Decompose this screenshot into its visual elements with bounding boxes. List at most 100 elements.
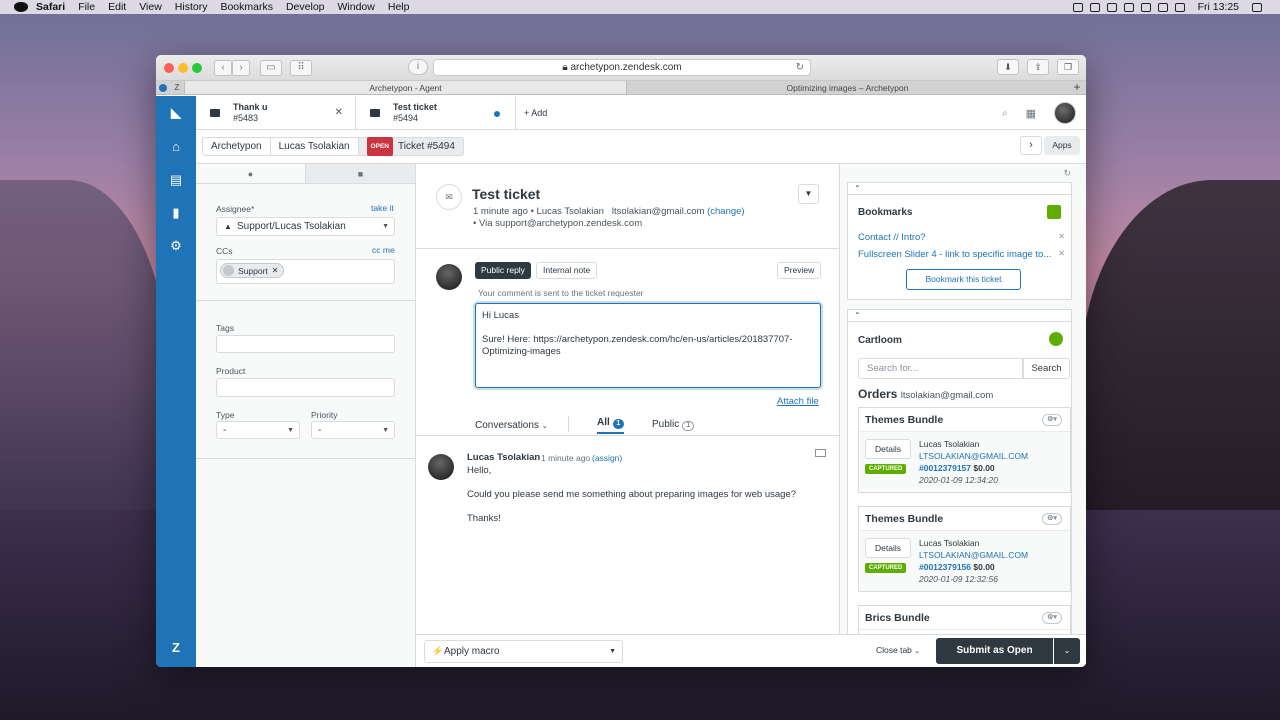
minimize-window-button[interactable]: [178, 62, 188, 73]
details-button[interactable]: Details: [865, 439, 911, 459]
new-tab-button[interactable]: +: [1068, 81, 1086, 94]
priority-select[interactable]: - ▼: [311, 421, 395, 439]
bookmark-link[interactable]: Fullscreen Slider 4 - link to specific i…: [858, 249, 1056, 260]
ccs-field[interactable]: Support ✕: [216, 259, 395, 284]
cc-pill[interactable]: Support ✕: [220, 262, 285, 280]
requester-avatar[interactable]: [428, 454, 454, 480]
views-icon[interactable]: ▤: [169, 173, 183, 187]
info-icon[interactable]: i: [408, 59, 428, 75]
add-button[interactable]: + Add: [524, 96, 547, 129]
back-arrow-icon[interactable]: ‹: [214, 59, 232, 76]
volume-icon[interactable]: [1174, 2, 1185, 12]
refresh-icon[interactable]: ↻: [1063, 168, 1071, 179]
details-button[interactable]: Details: [865, 538, 911, 558]
close-tab-dropdown[interactable]: Close tab ⌄: [876, 645, 920, 655]
remove-bookmark-icon[interactable]: ✕: [1058, 232, 1065, 241]
menu-view[interactable]: View: [139, 1, 162, 13]
preview-button[interactable]: Preview: [777, 262, 822, 279]
assignee-select[interactable]: ▲ Support/Lucas Tsolakian ▼: [216, 217, 395, 236]
menu-help[interactable]: Help: [388, 1, 410, 13]
user-avatar[interactable]: [1054, 102, 1076, 124]
ticket-options-button[interactable]: ▼: [798, 184, 819, 204]
battery-icon[interactable]: [1157, 2, 1168, 12]
apple-icon[interactable]: [14, 2, 28, 12]
close-window-button[interactable]: [164, 62, 174, 73]
menu-edit[interactable]: Edit: [108, 1, 126, 13]
reply-editor[interactable]: Hi Lucas Sure! Here: https://archetypon.…: [475, 303, 821, 388]
breadcrumb-org[interactable]: Archetypon: [202, 137, 271, 156]
email-envelope-icon[interactable]: [815, 449, 826, 457]
reload-icon[interactable]: ↻: [796, 60, 804, 75]
cartloom-search-input[interactable]: Search for...: [858, 358, 1023, 379]
gear-icon[interactable]: ⚙▾: [1042, 612, 1062, 624]
breadcrumb-user[interactable]: Lucas Tsolakian: [270, 137, 359, 156]
take-it-link[interactable]: take it: [371, 203, 394, 213]
remove-bookmark-icon[interactable]: ✕: [1058, 249, 1065, 258]
order-number[interactable]: #0012379157: [919, 463, 971, 473]
submit-options-button[interactable]: ⌄: [1054, 638, 1080, 664]
dropbox-icon[interactable]: [1123, 2, 1134, 12]
menu-file[interactable]: File: [78, 1, 95, 13]
pinned-tab-icon[interactable]: [156, 81, 170, 94]
menu-app-name[interactable]: Safari: [36, 1, 65, 13]
workspace-tab-5483[interactable]: Thank u #5483 ✕: [196, 96, 356, 129]
forward-arrow-icon[interactable]: ›: [232, 59, 250, 76]
product-tray-icon[interactable]: ▦: [1026, 107, 1036, 120]
filter-public[interactable]: Public 1: [652, 419, 695, 431]
bookmark-link[interactable]: Contact // Intro?: [858, 232, 1056, 243]
conversations-dropdown[interactable]: Conversations ⌄: [475, 420, 548, 431]
share-icon[interactable]: ⇪: [1027, 59, 1049, 75]
public-reply-tab[interactable]: Public reply: [475, 262, 531, 279]
browser-tab-agent[interactable]: Archetypon - Agent: [184, 81, 626, 94]
status-icon[interactable]: [1072, 2, 1083, 12]
menu-bookmarks[interactable]: Bookmarks: [220, 1, 273, 13]
apply-macro-select[interactable]: ⚡ Apply macro ▼: [424, 640, 623, 663]
apps-button[interactable]: Apps: [1044, 136, 1080, 155]
status-icon[interactable]: [1089, 2, 1100, 12]
product-field[interactable]: [216, 378, 395, 397]
cartloom-search-button[interactable]: Search: [1023, 358, 1070, 379]
order-number[interactable]: #0012379156: [919, 562, 971, 572]
collapse-icon[interactable]: ⌃: [848, 183, 1071, 195]
gear-icon[interactable]: ⚙▾: [1042, 414, 1062, 426]
ticket-title[interactable]: Test ticket: [472, 186, 540, 202]
grid-icon[interactable]: ⠿: [290, 59, 312, 76]
sidebar-icon[interactable]: ▭: [260, 59, 282, 76]
gear-icon[interactable]: ⚙▾: [1042, 513, 1062, 525]
attach-file-link[interactable]: Attach file: [777, 396, 819, 407]
zoom-window-button[interactable]: [192, 62, 202, 73]
change-requester-link[interactable]: (change): [707, 206, 745, 217]
spotlight-icon[interactable]: [1252, 2, 1262, 12]
home-icon[interactable]: ⌂: [169, 140, 183, 154]
internal-note-tab[interactable]: Internal note: [536, 262, 598, 279]
bookmark-icon[interactable]: [1047, 205, 1061, 219]
submit-button[interactable]: Submit as Open: [936, 638, 1053, 664]
bookmark-ticket-button[interactable]: Bookmark this ticket: [906, 269, 1021, 290]
menu-develop[interactable]: Develop: [286, 1, 325, 13]
status-icon[interactable]: [1106, 2, 1117, 12]
close-tab-icon[interactable]: ✕: [335, 107, 343, 118]
next-button[interactable]: ›: [1020, 136, 1042, 155]
tabs-icon[interactable]: ❐: [1057, 59, 1079, 75]
tags-field[interactable]: [216, 335, 395, 353]
address-bar[interactable]: 🔒︎ archetypon.zendesk.com ↻: [433, 59, 811, 76]
workspace-tab-5494[interactable]: Test ticket #5494: [356, 96, 516, 129]
download-icon[interactable]: ⬇: [997, 59, 1019, 75]
menu-clock[interactable]: Fri 13:25: [1198, 1, 1239, 13]
order-email[interactable]: LTSOLAKIAN@GMAIL.COM: [919, 549, 1028, 561]
filter-all[interactable]: All 1: [597, 417, 624, 434]
search-icon[interactable]: ⌕: [1002, 108, 1008, 119]
ticket-tab[interactable]: ■: [305, 164, 415, 183]
collapse-icon[interactable]: ⌃: [848, 310, 1071, 322]
breadcrumb-ticket[interactable]: OPEN Ticket #5494: [358, 137, 464, 156]
user-tab[interactable]: ●: [196, 164, 305, 183]
type-select[interactable]: - ▼: [216, 421, 300, 439]
wifi-icon[interactable]: [1140, 2, 1151, 12]
zendesk-pinned-icon[interactable]: Z: [170, 81, 184, 94]
remove-icon[interactable]: ✕: [272, 262, 279, 280]
order-email[interactable]: LTSOLAKIAN@GMAIL.COM: [919, 450, 1028, 462]
browser-tab-optimizing[interactable]: Optimizing images – Archetypon: [626, 81, 1068, 94]
reporting-icon[interactable]: ▮: [169, 206, 183, 220]
admin-gear-icon[interactable]: ⚙: [169, 239, 183, 253]
menu-window[interactable]: Window: [338, 1, 375, 13]
